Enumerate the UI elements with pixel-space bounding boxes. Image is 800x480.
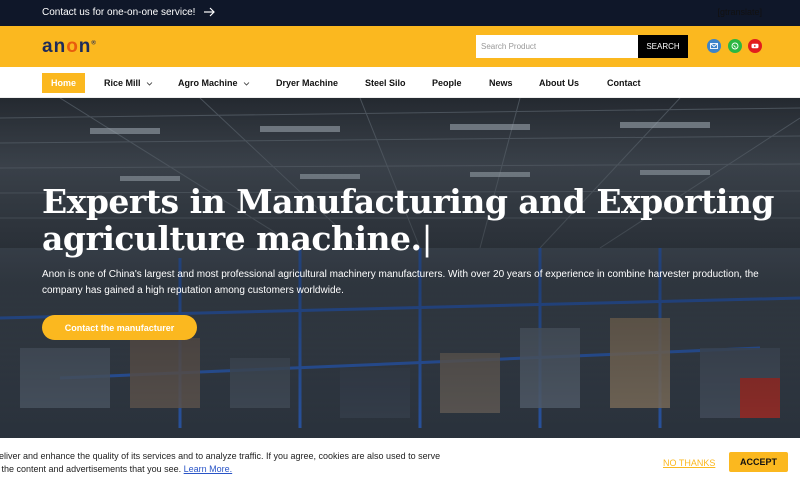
- learn-more-link[interactable]: Learn More.: [184, 464, 233, 474]
- logo-text-an: an: [42, 36, 67, 57]
- translate-widget[interactable]: [gtranslate]: [717, 7, 762, 17]
- chevron-down-icon: [146, 82, 153, 86]
- cookie-message-line1: deliver and enhance the quality of its s…: [0, 451, 441, 461]
- typing-cursor: |: [421, 219, 433, 258]
- youtube-icon[interactable]: [748, 39, 762, 53]
- no-thanks-button[interactable]: NO THANKS: [663, 458, 715, 468]
- site-header: anon® SEARCH: [0, 26, 800, 67]
- nav-rice-mill[interactable]: Rice Mill: [104, 73, 153, 93]
- nav-people[interactable]: People: [432, 73, 462, 93]
- whatsapp-icon[interactable]: [728, 39, 742, 53]
- search-button[interactable]: SEARCH: [638, 35, 688, 58]
- anon-logo[interactable]: anon®: [42, 36, 97, 58]
- nav-agro-machine-label: Agro Machine: [178, 78, 238, 88]
- logo-registered-mark: ®: [91, 40, 97, 47]
- logo-text-n: n: [78, 36, 92, 57]
- search-input[interactable]: [476, 35, 638, 58]
- arrow-right-icon[interactable]: [203, 6, 216, 18]
- nav-rice-mill-label: Rice Mill: [104, 78, 141, 88]
- logo-text-o: o: [66, 36, 79, 57]
- chevron-down-icon: [243, 82, 250, 86]
- nav-news[interactable]: News: [489, 73, 513, 93]
- nav-agro-machine[interactable]: Agro Machine: [178, 73, 250, 93]
- hero-description: Anon is one of China's largest and most …: [42, 269, 759, 296]
- nav-steel-silo[interactable]: Steel Silo: [365, 73, 406, 93]
- mail-icon[interactable]: [707, 39, 721, 53]
- nav-contact[interactable]: Contact: [607, 73, 641, 93]
- hero-banner: Experts in Manufacturing and Exporting a…: [0, 98, 800, 438]
- top-bar: Contact us for one-on-one service! [gtra…: [0, 0, 800, 26]
- cookie-banner: deliver and enhance the quality of its s…: [0, 438, 800, 480]
- accept-button[interactable]: ACCEPT: [729, 452, 788, 472]
- nav-about-us[interactable]: About Us: [539, 73, 579, 93]
- nav-home[interactable]: Home: [42, 73, 86, 93]
- hero-title: Experts in Manufacturing and Exporting a…: [42, 183, 782, 257]
- main-nav: Home Rice Mill Agro Machine Dryer Machin…: [0, 67, 800, 98]
- nav-dryer-machine[interactable]: Dryer Machine: [276, 73, 338, 93]
- cookie-message: deliver and enhance the quality of its s…: [0, 450, 464, 476]
- hero-title-line2: agriculture machine.: [42, 219, 422, 258]
- contact-manufacturer-button[interactable]: Contact the manufacturer: [42, 315, 197, 340]
- contact-promo-link[interactable]: Contact us for one-on-one service!: [42, 7, 195, 18]
- hero-title-line1: Experts in Manufacturing and Exporting: [42, 182, 774, 221]
- cookie-message-line2: e the content and advertisements that yo…: [0, 464, 182, 474]
